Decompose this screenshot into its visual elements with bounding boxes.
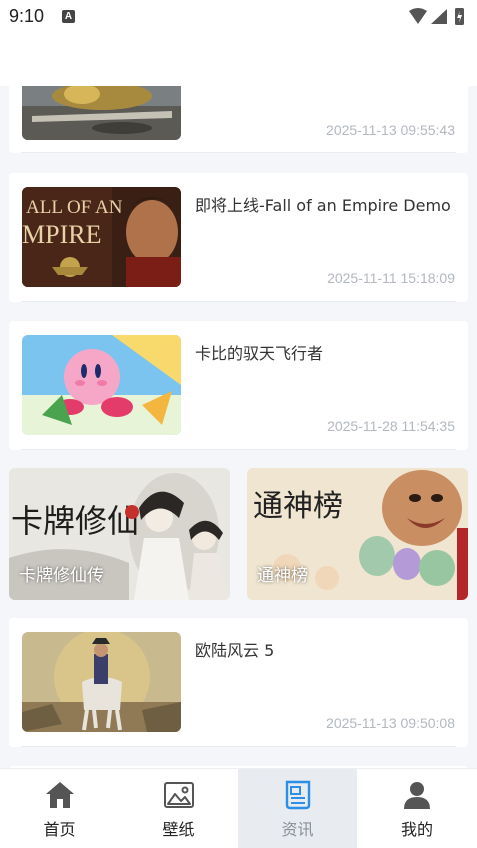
bottom-navigation: 首页 壁纸 资讯 我的 bbox=[0, 768, 477, 848]
nav-label: 首页 bbox=[43, 820, 76, 839]
wifi-icon bbox=[409, 8, 427, 24]
news-title: 卡比的驭天飞行者 bbox=[195, 344, 324, 363]
news-thumbnail: ALL OF AN MPIRE bbox=[22, 187, 181, 287]
banner-label: 通神榜 bbox=[257, 566, 308, 586]
signal-icon bbox=[431, 9, 447, 24]
news-date: 2025-11-28 11:54:35 bbox=[327, 418, 455, 434]
svg-text:MPIRE: MPIRE bbox=[22, 220, 101, 249]
nav-label: 资讯 bbox=[281, 820, 314, 839]
news-card[interactable]: 欧陆风云 5 2025-11-13 09:50:08 bbox=[9, 618, 468, 747]
svg-text:ALL OF AN: ALL OF AN bbox=[26, 197, 123, 218]
home-icon bbox=[46, 782, 74, 808]
nav-label: 我的 bbox=[400, 820, 433, 839]
news-date: 2025-11-13 09:55:43 bbox=[326, 122, 455, 138]
news-card[interactable]: ALL OF AN MPIRE 即将上线-Fall of an Empire D… bbox=[9, 173, 468, 302]
status-bar: 9:10 A bbox=[0, 0, 477, 34]
news-icon bbox=[285, 780, 311, 810]
nav-home[interactable]: 首页 bbox=[0, 769, 119, 848]
banner-label: 卡牌修仙传 bbox=[19, 566, 104, 586]
news-thumbnail bbox=[22, 335, 181, 435]
person-icon bbox=[404, 782, 430, 809]
nav-news[interactable]: 资讯 bbox=[238, 769, 357, 848]
banner-card-xianxia[interactable]: 卡牌修仙 卡牌修仙传 bbox=[9, 468, 230, 600]
banner-card-tongshenbang[interactable]: 通神榜 通神榜 bbox=[247, 468, 468, 600]
image-icon bbox=[164, 782, 194, 808]
status-icons bbox=[409, 8, 464, 25]
header-area bbox=[0, 34, 477, 86]
news-card[interactable]: 2025-11-13 09:55:43 bbox=[9, 86, 468, 153]
status-time: 9:10 bbox=[9, 6, 45, 26]
news-thumbnail bbox=[22, 632, 181, 732]
news-card[interactable]: 卡比的驭天飞行者 2025-11-28 11:54:35 bbox=[9, 321, 468, 450]
news-title: 即将上线-Fall of an Empire Demo bbox=[195, 196, 451, 215]
news-date: 2025-11-11 15:18:09 bbox=[327, 270, 455, 286]
nav-wallpaper[interactable]: 壁纸 bbox=[119, 769, 238, 848]
news-thumbnail bbox=[22, 86, 181, 140]
nav-profile[interactable]: 我的 bbox=[357, 769, 477, 848]
news-date: 2025-11-13 09:50:08 bbox=[326, 715, 455, 731]
nav-label: 壁纸 bbox=[162, 820, 195, 839]
notification-icon: A bbox=[62, 10, 75, 23]
svg-text:卡牌修仙: 卡牌修仙 bbox=[11, 502, 139, 540]
news-title: 欧陆风云 5 bbox=[195, 641, 275, 660]
svg-text:通神榜: 通神榜 bbox=[253, 489, 343, 524]
news-feed[interactable]: 2025-11-13 09:55:43 ALL OF AN MPIRE 即将上线… bbox=[0, 86, 477, 768]
